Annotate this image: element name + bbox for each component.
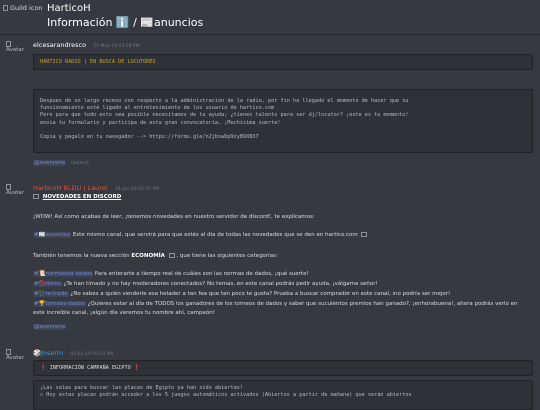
code-block: ❗ INFORMACIÓN CAMPAÑA EGIPTO ❗ xyxy=(33,360,533,376)
username-text[interactable]: HarticoH BLDU | Laurel xyxy=(33,184,108,192)
text-line: #🏆torneos-dados ¿Quieres estar al día de… xyxy=(33,301,518,307)
message-group: Avatar 🎲Joserm 03-Jul-19 05:04 PM ❗ INFO… xyxy=(0,346,540,410)
username[interactable]: elcesarandresco 21-May-19 03:58 PM xyxy=(33,41,140,49)
mention-line: @everyone (edited) xyxy=(33,160,89,166)
text-span: ¿No sabes a quién venderle esa helader a… xyxy=(70,291,451,297)
embed-title: NOVEDADES EN DISCORD xyxy=(33,194,121,200)
channel-link-trade[interactable]: #💱re-trade xyxy=(33,291,69,297)
channel-header: Guild icon HarticoH Información ℹ️ / 📰an… xyxy=(0,0,540,34)
avatar: Avatar xyxy=(6,184,28,196)
message-group: Avatar HarticoH BLDU | Laurel 28-Jun-19 … xyxy=(0,182,540,342)
username[interactable]: 🎲Joserm 03-Jul-19 05:04 PM xyxy=(33,349,113,357)
channel-link-timos[interactable]: #🚫timos xyxy=(33,281,62,287)
text-span: Este mismo canal, que servirá para que e… xyxy=(72,232,358,238)
text-line: este increíble canal, ¡algún día veremos… xyxy=(33,310,215,316)
message-group: Avatar elcesarandresco 21-May-19 03:58 P… xyxy=(0,40,540,170)
mention-line: @everyone xyxy=(33,324,67,330)
avatar-alt: Avatar xyxy=(6,47,24,53)
avatar: Avatar xyxy=(6,349,28,361)
text-line: ¡WOW! Así como acabas de leer, ¡tenemos … xyxy=(33,214,315,220)
avatar: Avatar xyxy=(6,41,28,53)
guild-icon-alt: Guild icon xyxy=(10,4,43,12)
everyone-mention[interactable]: @everyone xyxy=(33,324,67,330)
text-span: ¿Quieres estar al día de TODOS los ganad… xyxy=(87,301,518,307)
text-span: También tenemos la nueva sección xyxy=(33,253,132,259)
guild-icon: Guild icon xyxy=(3,3,45,13)
header-divider xyxy=(0,34,540,35)
text-line: #💱re-trade ¿No sabes a quién venderle es… xyxy=(33,291,450,297)
timestamp: 03-Jul-19 05:04 PM xyxy=(70,352,114,357)
text-line: #📜normativa-dados Para enterarte a tiemp… xyxy=(33,271,309,277)
text-span: , que tiene las siguientes categorías: xyxy=(176,253,278,259)
username[interactable]: HarticoH BLDU | Laurel 28-Jun-19 02:37 P… xyxy=(33,184,159,192)
timestamp: 28-Jun-19 02:37 PM xyxy=(114,187,160,192)
text-line: También tenemos la nueva sección ECONOMÍ… xyxy=(33,253,278,259)
server-name: HarticoH xyxy=(47,3,91,14)
everyone-mention[interactable]: @everyone xyxy=(33,160,67,166)
channel-link-anuncios[interactable]: #📰anuncios xyxy=(33,232,72,238)
channel-link-normativa[interactable]: #📜normativa-dados xyxy=(33,271,94,277)
text-line: #🚫timos ¿Te han timado y no hay moderado… xyxy=(33,281,378,287)
code-block: HARTICO RADIO | EN BUSCA DE LOCUTORES xyxy=(33,54,533,70)
broken-image-icon xyxy=(168,253,175,258)
code-block: ¡Las salas para buscar las placas de Egi… xyxy=(33,380,533,410)
avatar-alt: Avatar xyxy=(6,190,24,196)
broken-image-icon xyxy=(361,232,368,237)
text-span: Para enterarte a tiempo real de cuáles s… xyxy=(94,271,309,277)
code-block: Despues de un largo receso con respecto … xyxy=(33,89,533,153)
economia-label: ECONOMÍA xyxy=(131,253,165,259)
channel-link-torneos[interactable]: #🏆torneos-dados xyxy=(33,301,86,307)
username-text[interactable]: 🎲Joserm xyxy=(33,349,63,357)
username-text[interactable]: elcesarandresco xyxy=(33,41,86,49)
broken-image-icon xyxy=(3,5,8,11)
broken-image-icon xyxy=(33,194,39,199)
avatar-alt: Avatar xyxy=(6,355,24,361)
embed-title-text: NOVEDADES EN DISCORD xyxy=(42,194,122,200)
timestamp: 21-May-19 03:58 PM xyxy=(93,44,140,49)
text-span: ¿Te han timado y no hay moderadores cone… xyxy=(63,281,378,287)
channel-title: Información ℹ️ / 📰anuncios xyxy=(47,16,204,29)
text-line: #📰anuncios Este mismo canal, que servirá… xyxy=(33,232,368,238)
edited-label: (edited) xyxy=(71,161,89,166)
